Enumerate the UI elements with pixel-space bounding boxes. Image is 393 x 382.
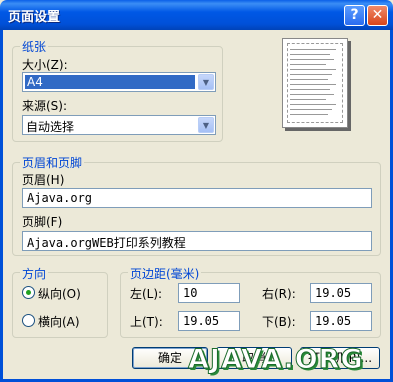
margin-outline — [287, 43, 343, 123]
help-button[interactable]: ? — [344, 5, 365, 26]
footer-input[interactable]: Ajava.orgWEB打印系列教程 — [22, 231, 372, 251]
chevron-down-icon[interactable]: ▼ — [198, 74, 214, 90]
window-title: 页面设置 — [8, 10, 61, 25]
orientation-legend: 方向 — [20, 265, 49, 282]
title-bar: 页面设置 ? ✕ — [0, 0, 393, 30]
portrait-label[interactable]: 纵向(O) — [38, 285, 81, 302]
page-preview — [282, 38, 348, 128]
margin-bottom-input[interactable]: 19.05 — [310, 311, 372, 331]
chevron-down-icon[interactable]: ▼ — [198, 117, 214, 133]
margin-left-label: 左(L): — [130, 287, 163, 301]
watermark-logo: AJAVA.ORG — [188, 344, 364, 376]
footer-label: 页脚(F) — [22, 215, 63, 229]
header-footer-legend: 页眉和页脚 — [20, 154, 85, 171]
margin-top-label: 上(T): — [130, 315, 163, 329]
close-button[interactable]: ✕ — [367, 5, 388, 26]
margin-left-input[interactable]: 10 — [178, 283, 240, 303]
paper-source-select[interactable]: 自动选择 ▼ — [22, 115, 216, 135]
margin-top-input[interactable]: 19.05 — [178, 311, 240, 331]
header-input[interactable]: Ajava.org — [22, 188, 372, 208]
margin-right-label: 右(R): — [262, 287, 296, 301]
landscape-label[interactable]: 横向(A) — [38, 313, 80, 330]
paper-size-select[interactable]: A4 ▼ — [22, 72, 216, 92]
margin-bottom-label: 下(B): — [262, 315, 296, 329]
paper-size-label: 大小(Z): — [22, 58, 68, 72]
portrait-radio[interactable] — [22, 286, 35, 299]
paper-source-label: 来源(S): — [22, 99, 68, 113]
margin-right-input[interactable]: 19.05 — [310, 283, 372, 303]
margins-legend: 页边距(毫米) — [128, 265, 202, 282]
landscape-radio[interactable] — [22, 314, 35, 327]
header-label: 页眉(H) — [22, 173, 65, 187]
question-icon: ? — [350, 7, 359, 23]
close-icon: ✕ — [371, 7, 384, 23]
paper-legend: 纸张 — [20, 38, 49, 55]
